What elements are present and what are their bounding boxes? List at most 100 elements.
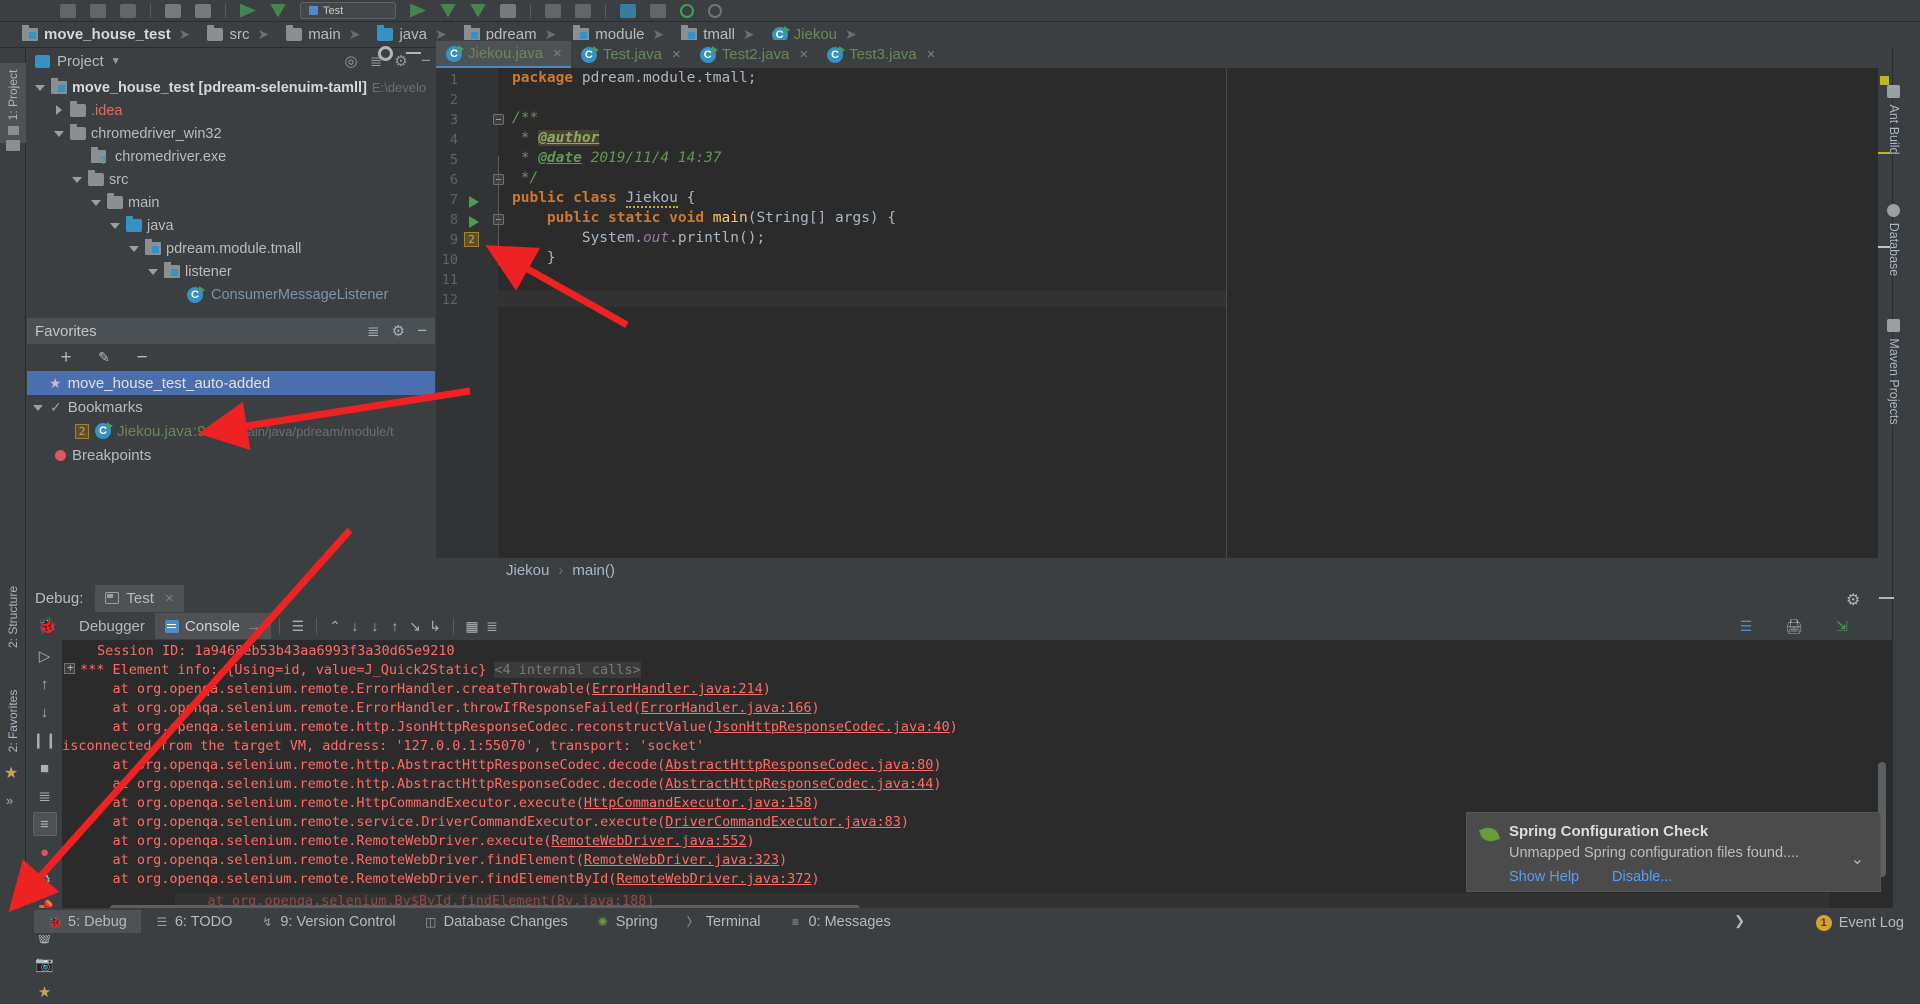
- stacktrace-link[interactable]: ErrorHandler.java:166: [641, 700, 812, 716]
- sidebar-item-database[interactable]: Database: [1880, 186, 1908, 294]
- chevron-down-icon[interactable]: [110, 220, 121, 231]
- locate-icon[interactable]: ◎: [342, 52, 360, 70]
- breakpoint-dot-icon[interactable]: ●: [33, 840, 57, 864]
- status-item-spring[interactable]: ✺ Spring: [582, 910, 672, 933]
- remove-favorite-button[interactable]: −: [133, 347, 151, 368]
- editor-tab-test[interactable]: C Test.java ×: [571, 41, 690, 68]
- breadcrumb-item-src[interactable]: src ➤: [207, 25, 286, 43]
- stacktrace-link[interactable]: RemoteWebDriver.java:552: [551, 833, 746, 849]
- sidebar-item-ant-build[interactable]: Ant Build: [1880, 66, 1908, 174]
- settings-icon[interactable]: ⚙: [392, 322, 405, 340]
- breadcrumb-item-main[interactable]: main ➤: [286, 25, 377, 43]
- close-icon[interactable]: ×: [799, 46, 808, 63]
- editor-tab-test2[interactable]: C Test2.java ×: [690, 41, 817, 68]
- run-to-cursor-icon[interactable]: ↳: [425, 617, 445, 635]
- chevron-down-icon[interactable]: [33, 402, 44, 413]
- hide-icon[interactable]: −: [417, 321, 427, 341]
- favorites-item-auto-added[interactable]: ★ move_house_test_auto-added: [27, 371, 435, 395]
- tree-row-java[interactable]: java: [27, 214, 435, 237]
- structure-icon[interactable]: [6, 140, 20, 151]
- show-help-link[interactable]: Show Help: [1509, 869, 1579, 885]
- chevron-down-icon[interactable]: [72, 174, 83, 185]
- sidebar-item-project[interactable]: 1: Project: [0, 63, 26, 143]
- close-icon[interactable]: ×: [927, 46, 936, 63]
- stacktrace-link[interactable]: AbstractHttpResponseCodec.java:44: [665, 776, 933, 792]
- settings-icon[interactable]: ⚙: [33, 868, 57, 892]
- chevron-down-icon[interactable]: [148, 266, 159, 277]
- edit-favorite-button[interactable]: ✎: [95, 349, 113, 367]
- breadcrumb-item-module[interactable]: move_house_test ➤: [22, 25, 207, 43]
- run-icon[interactable]: [240, 3, 256, 18]
- view-breakpoints-icon[interactable]: ≣: [33, 784, 57, 808]
- resume-program-icon[interactable]: ▷: [33, 644, 57, 668]
- stop-icon[interactable]: [500, 3, 516, 18]
- editor-tab-jiekou[interactable]: C Jiekou.java ×: [436, 41, 571, 68]
- bookmark-gutter-badge[interactable]: 2: [464, 232, 479, 247]
- expand-stacktrace-icon[interactable]: [64, 661, 75, 674]
- chevron-down-icon[interactable]: [129, 243, 140, 254]
- fold-comment-icon[interactable]: [493, 114, 504, 125]
- chevron-down-icon[interactable]: [54, 128, 65, 139]
- step-over-icon[interactable]: ⌃: [325, 617, 345, 635]
- run-configuration-selector[interactable]: Test: [300, 2, 396, 19]
- drop-frame-icon[interactable]: ↘: [405, 617, 425, 635]
- tree-row-src[interactable]: src: [27, 168, 435, 191]
- tree-row-idea[interactable]: .idea: [27, 99, 435, 122]
- chevron-down-icon[interactable]: [91, 197, 102, 208]
- status-item-todo[interactable]: ☰ 6: TODO: [141, 910, 246, 933]
- close-icon[interactable]: ×: [165, 590, 174, 607]
- run-button-icon[interactable]: [410, 3, 426, 18]
- settings-icon[interactable]: [575, 3, 591, 18]
- status-item-terminal[interactable]: 〉 Terminal: [672, 910, 775, 933]
- tree-row-chromedriver-win32[interactable]: chromedriver_win32: [27, 122, 435, 145]
- run-coverage-icon[interactable]: [470, 3, 486, 18]
- tree-row-pdream-module-tmall[interactable]: pdream.module.tmall: [27, 237, 435, 260]
- stacktrace-link[interactable]: RemoteWebDriver.java:372: [616, 871, 811, 887]
- breadcrumb-method[interactable]: main(): [572, 562, 615, 579]
- chevron-right-icon[interactable]: →: [246, 618, 261, 635]
- down-stack-icon[interactable]: ↓: [33, 700, 57, 724]
- run-class-gutter-icon[interactable]: [469, 196, 479, 208]
- check-circle-icon[interactable]: [680, 3, 694, 18]
- favorites-group-breakpoints[interactable]: Breakpoints: [27, 443, 435, 467]
- tree-row-chromedriver-exe[interactable]: chromedriver.exe: [27, 145, 435, 168]
- soft-wrap-icon[interactable]: ☰: [1736, 617, 1756, 635]
- info-circle-icon[interactable]: [708, 3, 722, 18]
- camera-icon[interactable]: 📷: [33, 952, 57, 976]
- collapse-all-icon[interactable]: ≣: [367, 322, 380, 340]
- chevron-right-icon[interactable]: ❯: [1734, 913, 1745, 929]
- debug-button-icon[interactable]: [440, 3, 456, 18]
- redo-icon[interactable]: [195, 3, 211, 18]
- close-icon[interactable]: ×: [553, 45, 562, 62]
- search-everywhere-icon[interactable]: [620, 3, 636, 18]
- add-favorite-button[interactable]: +: [57, 347, 75, 368]
- stacktrace-link[interactable]: ErrorHandler.java:214: [592, 681, 763, 697]
- sidebar-item-maven-projects[interactable]: Maven Projects: [1880, 318, 1908, 426]
- debug-session-tab[interactable]: Test ×: [95, 584, 184, 612]
- hide-icon[interactable]: [406, 52, 421, 54]
- stacktrace-link[interactable]: RemoteWebDriver.java:323: [584, 852, 779, 868]
- star-icon[interactable]: ★: [4, 763, 18, 783]
- status-item-database-changes[interactable]: ◫ Database Changes: [410, 910, 582, 933]
- stacktrace-link[interactable]: HttpCommandExecutor.java:158: [584, 795, 812, 811]
- stacktrace-link[interactable]: AbstractHttpResponseCodec.java:80: [665, 757, 933, 773]
- pause-icon[interactable]: ❙❙: [32, 728, 57, 752]
- status-item-debug[interactable]: 🐞 5: Debug: [34, 910, 141, 933]
- tree-row-module[interactable]: move_house_test [pdream-selenuim-tamll] …: [27, 76, 435, 99]
- stacktrace-link[interactable]: JsonHttpResponseCodec.java:40: [714, 719, 950, 735]
- status-item-event-log[interactable]: 1 Event Log: [1815, 915, 1904, 931]
- chevron-down-icon[interactable]: [35, 82, 46, 93]
- disable-link[interactable]: Disable...: [1612, 869, 1672, 885]
- print-icon[interactable]: 🖨: [1784, 617, 1804, 635]
- layout-settings-icon[interactable]: ≣: [482, 617, 502, 635]
- chevron-down-icon[interactable]: ▼: [111, 56, 121, 67]
- chevron-down-icon[interactable]: ⌄: [1851, 849, 1864, 869]
- settings-icon[interactable]: [378, 45, 393, 61]
- stacktrace-link[interactable]: DriverCommandExecutor.java:83: [665, 814, 901, 830]
- editor-secondary-pane[interactable]: [1227, 68, 1889, 558]
- tab-debugger[interactable]: Debugger: [69, 613, 155, 639]
- more-tools-icon[interactable]: »: [6, 793, 13, 808]
- evaluate-expression-icon[interactable]: ▦: [462, 617, 482, 635]
- favorites-item-bookmark[interactable]: 2 C Jiekou.java :9 (src/main/java/pdream…: [27, 419, 435, 443]
- sidebar-item-favorites[interactable]: 2: Favorites: [0, 681, 26, 761]
